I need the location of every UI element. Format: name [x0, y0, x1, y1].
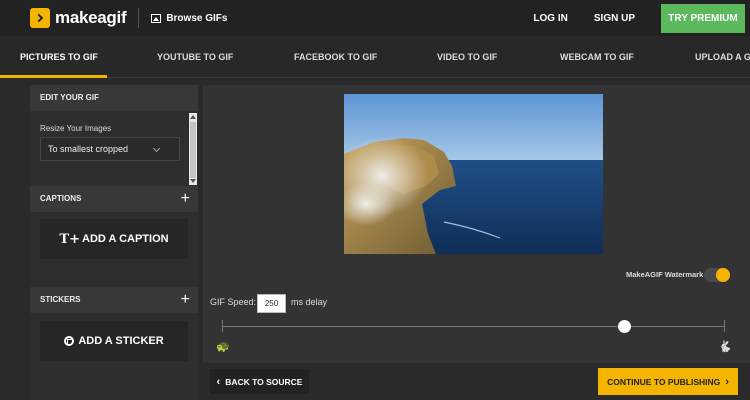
scroll-up-icon[interactable] [190, 115, 196, 119]
logo[interactable]: makeagif [30, 8, 127, 28]
nav-divider [138, 8, 140, 28]
gif-speed-label: GIF Speed: [210, 297, 257, 307]
chevron-left-icon: ‹ [216, 375, 221, 388]
logo-text: makeagif [55, 8, 127, 27]
gif-speed-unit: ms delay [291, 297, 328, 307]
add-sticker-label: ADD A STICKER [78, 335, 164, 347]
tab-pictures-to-gif[interactable]: PICTURES TO GIF [20, 36, 98, 78]
stickers-title: STICKERS [40, 295, 81, 304]
resize-select[interactable]: To smallest cropped [40, 137, 180, 161]
image-icon [151, 13, 162, 23]
watermark-toggle[interactable] [704, 268, 730, 282]
chevron-down-icon [152, 144, 161, 153]
add-caption-plus-icon[interactable]: + [181, 186, 190, 212]
continue-label: CONTINUE TO PUBLISHING [607, 376, 721, 387]
rabbit-icon: 🐇 [718, 341, 732, 353]
add-sticker-plus-icon[interactable]: + [181, 287, 190, 313]
source-tabs: PICTURES TO GIF YOUTUBE TO GIF FACEBOOK … [0, 36, 750, 78]
captions-header: CAPTIONS + [30, 186, 198, 212]
add-caption-button[interactable]: T+ ADD A CAPTION [40, 219, 188, 259]
chevron-right-icon: › [725, 375, 729, 388]
add-sticker-button[interactable]: ADD A STICKER [40, 321, 188, 361]
resize-label: Resize Your Images [40, 124, 112, 133]
caption-icon: T+ [59, 231, 80, 247]
active-tab-indicator [0, 75, 107, 78]
speed-slider-track[interactable] [222, 326, 725, 327]
resize-select-value: To smallest cropped [48, 144, 129, 154]
try-premium-button[interactable]: TRY PREMIUM [661, 3, 745, 33]
edit-your-gif-title: EDIT YOUR GIF [40, 93, 99, 102]
sticker-icon [64, 336, 75, 346]
edit-sidebar: EDIT YOUR GIF Resize Your Images To smal… [30, 85, 198, 400]
toggle-knob [716, 268, 730, 282]
gif-preview-image [344, 94, 603, 254]
edit-your-gif-header: EDIT YOUR GIF [30, 85, 198, 111]
back-to-source-button[interactable]: ‹ BACK TO SOURCE [210, 369, 309, 394]
add-caption-label: ADD A CAPTION [82, 233, 169, 245]
login-link[interactable]: LOG IN [533, 13, 567, 24]
signup-link[interactable]: SIGN UP [594, 13, 635, 24]
tab-upload-a-gif[interactable]: UPLOAD A GIF [695, 36, 750, 78]
browse-gifs-link[interactable]: Browse GIFs [151, 13, 227, 24]
sidebar-scrollbar[interactable] [189, 113, 197, 185]
browse-gifs-label: Browse GIFs [166, 12, 228, 24]
tab-video-to-gif[interactable]: VIDEO TO GIF [437, 36, 497, 78]
slider-end-tick [724, 320, 725, 332]
tab-webcam-to-gif[interactable]: WEBCAM TO GIF [560, 36, 634, 78]
continue-to-publishing-button[interactable]: CONTINUE TO PUBLISHING › [598, 368, 738, 395]
tab-facebook-to-gif[interactable]: FACEBOOK TO GIF [294, 36, 377, 78]
watermark-label: MakeAGIF Watermark [626, 270, 704, 279]
scrollbar-thumb[interactable] [190, 122, 196, 178]
turtle-icon: 🐢 [216, 341, 230, 353]
tab-youtube-to-gif[interactable]: YOUTUBE TO GIF [157, 36, 233, 78]
slider-start-tick [222, 320, 223, 332]
back-to-source-label: BACK TO SOURCE [225, 376, 303, 387]
logo-icon [30, 8, 50, 28]
top-navbar: makeagif Browse GIFs LOG IN SIGN UP TRY … [0, 0, 750, 36]
captions-title: CAPTIONS [40, 194, 82, 203]
coastline-photo [344, 94, 603, 254]
scroll-down-icon[interactable] [190, 179, 196, 183]
gif-speed-input[interactable]: 250 [257, 294, 286, 313]
stickers-header: STICKERS + [30, 287, 198, 313]
